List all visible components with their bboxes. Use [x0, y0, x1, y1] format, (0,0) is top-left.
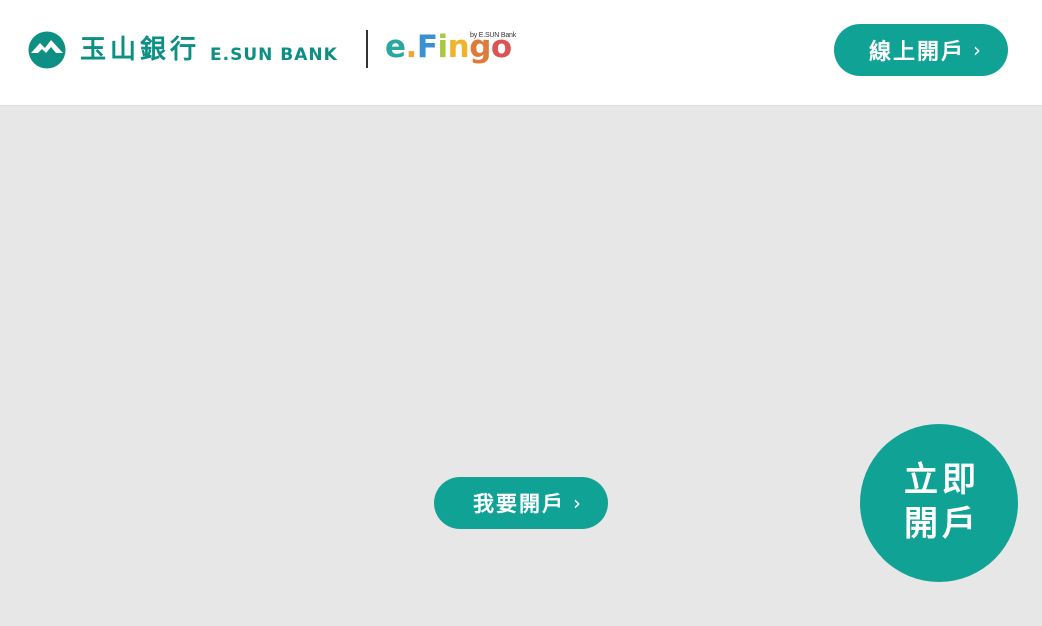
efingo-wordmark: e.Fingo	[385, 32, 512, 63]
online-account-opening-button[interactable]: 線上開戶 ›	[834, 24, 1008, 76]
open-now-floating-button[interactable]: 立即 開戶	[860, 424, 1018, 582]
chevron-right-icon: ›	[973, 38, 983, 62]
efingo-letter-f: F	[416, 29, 438, 65]
efingo-logo[interactable]: by E.SUN Bank e.Fingo	[385, 28, 516, 78]
chevron-right-icon: ›	[573, 491, 583, 515]
site-header: 玉山銀行 E.SUN BANK by E.SUN Bank e.Fingo 線上…	[0, 0, 1042, 106]
efingo-letter-e: e	[385, 29, 406, 65]
efingo-letter-i: i	[437, 29, 449, 65]
brand-name-en: E.SUN BANK	[210, 44, 338, 65]
open-now-line1: 立即	[904, 460, 980, 501]
efingo-letter-o: o	[490, 29, 512, 65]
logo-divider	[366, 30, 368, 68]
efingo-letter-g: g	[469, 29, 491, 65]
open-account-button[interactable]: 我要開戶 ›	[434, 477, 608, 529]
esun-bank-logo[interactable]: 玉山銀行 E.SUN BANK	[28, 30, 338, 70]
online-account-opening-label: 線上開戶	[868, 40, 965, 65]
open-account-label: 我要開戶	[473, 492, 565, 516]
efingo-dot: .	[405, 29, 418, 65]
brand-name-zh: 玉山銀行	[80, 35, 201, 65]
open-now-line2: 開戶	[904, 504, 980, 544]
main-content: 我要開戶 › 立即 開戶	[0, 107, 1042, 626]
efingo-letter-n: n	[447, 29, 470, 65]
esun-mountain-logo-icon	[28, 31, 66, 69]
